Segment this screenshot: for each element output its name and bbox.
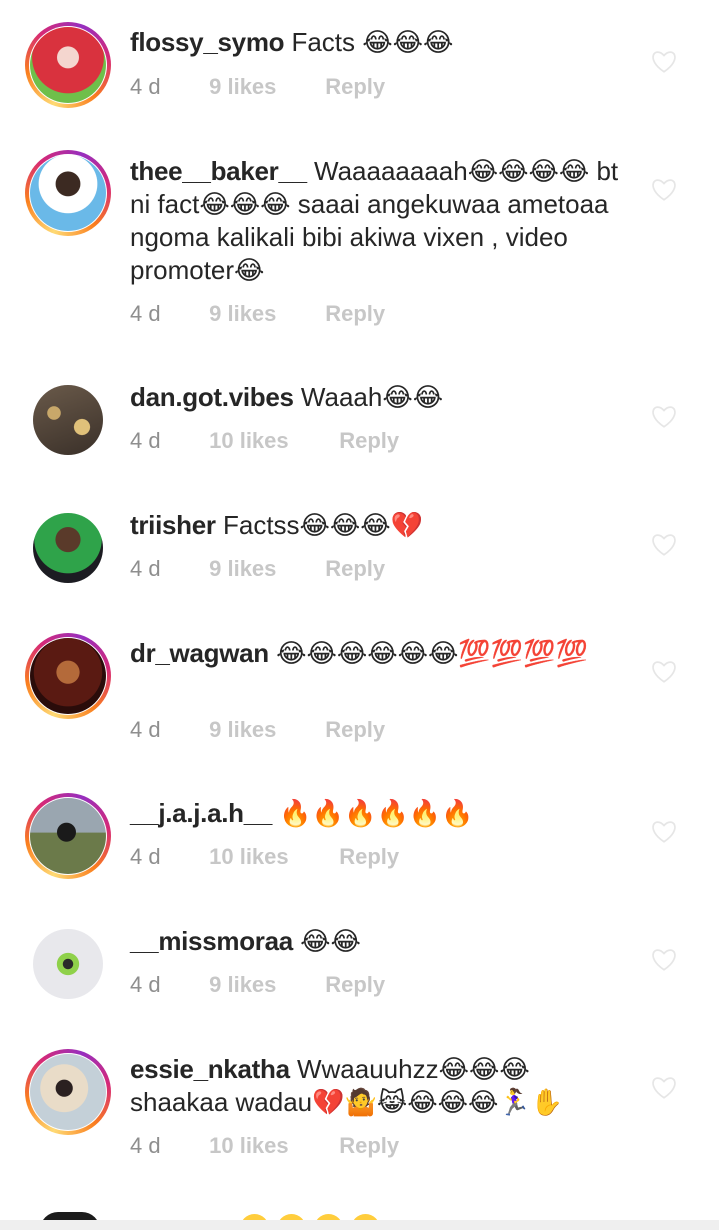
- likes-count[interactable]: 9 likes: [209, 301, 319, 327]
- comment-text: Facts 😂😂😂: [291, 27, 454, 57]
- heart-outline-icon[interactable]: [651, 178, 677, 202]
- avatar[interactable]: [25, 633, 111, 719]
- comment-username[interactable]: dan.got.vibes: [130, 382, 294, 412]
- comment-username[interactable]: thee__baker__: [130, 156, 307, 186]
- heart-outline-icon[interactable]: [651, 660, 677, 684]
- likes-count[interactable]: 10 likes: [209, 844, 333, 870]
- comment-text: 🔥🔥🔥🔥🔥🔥: [279, 798, 474, 828]
- comment-username[interactable]: __missmoraa: [130, 926, 293, 956]
- avatar[interactable]: [33, 385, 103, 455]
- comment-time: 4 d: [130, 717, 161, 742]
- comment-username[interactable]: triisher: [130, 510, 216, 540]
- comment-time: 4 d: [130, 1133, 161, 1158]
- bottom-divider: [0, 1220, 719, 1230]
- comment-text: 😂😂: [300, 926, 361, 956]
- avatar[interactable]: [25, 1049, 111, 1135]
- reply-button[interactable]: Reply: [325, 301, 385, 327]
- avatar[interactable]: [25, 150, 111, 236]
- heart-outline-icon[interactable]: [651, 405, 677, 429]
- comment-text: Factss😂😂😂💔: [222, 510, 424, 540]
- comment-meta: 4 d 10 likes Reply: [130, 428, 399, 454]
- comment-time: 4 d: [130, 972, 161, 997]
- avatar[interactable]: [25, 22, 111, 108]
- comment-meta: 4 d 10 likes Reply: [130, 844, 399, 870]
- comment-username[interactable]: dr_wagwan: [130, 638, 269, 668]
- heart-outline-icon[interactable]: [651, 1076, 677, 1100]
- likes-count[interactable]: 9 likes: [209, 74, 319, 100]
- heart-outline-icon[interactable]: [651, 820, 677, 844]
- reply-button[interactable]: Reply: [339, 428, 399, 454]
- comment-meta: 4 d 10 likes Reply: [130, 1133, 399, 1159]
- heart-outline-icon[interactable]: [651, 50, 677, 74]
- avatar[interactable]: [33, 513, 103, 583]
- heart-outline-icon[interactable]: [651, 533, 677, 557]
- comment-meta: 4 d 9 likes Reply: [130, 556, 385, 582]
- avatar[interactable]: [33, 929, 103, 999]
- reply-button[interactable]: Reply: [325, 556, 385, 582]
- comment-meta: 4 d 9 likes Reply: [130, 74, 385, 100]
- comment-time: 4 d: [130, 301, 161, 326]
- avatar[interactable]: [25, 793, 111, 879]
- comment-username[interactable]: essie_nkatha: [130, 1054, 290, 1084]
- reply-button[interactable]: Reply: [339, 844, 399, 870]
- comment-username[interactable]: flossy_symo: [130, 27, 285, 57]
- comment-text: Waaah😂😂: [300, 382, 444, 412]
- likes-count[interactable]: 9 likes: [209, 556, 319, 582]
- heart-outline-icon[interactable]: [651, 948, 677, 972]
- comment-time: 4 d: [130, 74, 161, 99]
- comment-time: 4 d: [130, 844, 161, 869]
- likes-count[interactable]: 9 likes: [209, 972, 319, 998]
- comment-time: 4 d: [130, 556, 161, 581]
- reply-button[interactable]: Reply: [325, 717, 385, 743]
- likes-count[interactable]: 10 likes: [209, 1133, 333, 1159]
- reply-button[interactable]: Reply: [325, 74, 385, 100]
- comment-meta: 4 d 9 likes Reply: [130, 301, 385, 327]
- likes-count[interactable]: 9 likes: [209, 717, 319, 743]
- comment-time: 4 d: [130, 428, 161, 453]
- reply-button[interactable]: Reply: [325, 972, 385, 998]
- comment-text: 😂😂😂😂😂😂💯💯💯💯: [276, 638, 588, 668]
- comment-meta: 4 d 9 likes Reply: [130, 972, 385, 998]
- comment-meta: 4 d 9 likes Reply: [130, 717, 385, 743]
- likes-count[interactable]: 10 likes: [209, 428, 333, 454]
- comment-username[interactable]: __j.a.j.a.h__: [130, 798, 272, 828]
- reply-button[interactable]: Reply: [339, 1133, 399, 1159]
